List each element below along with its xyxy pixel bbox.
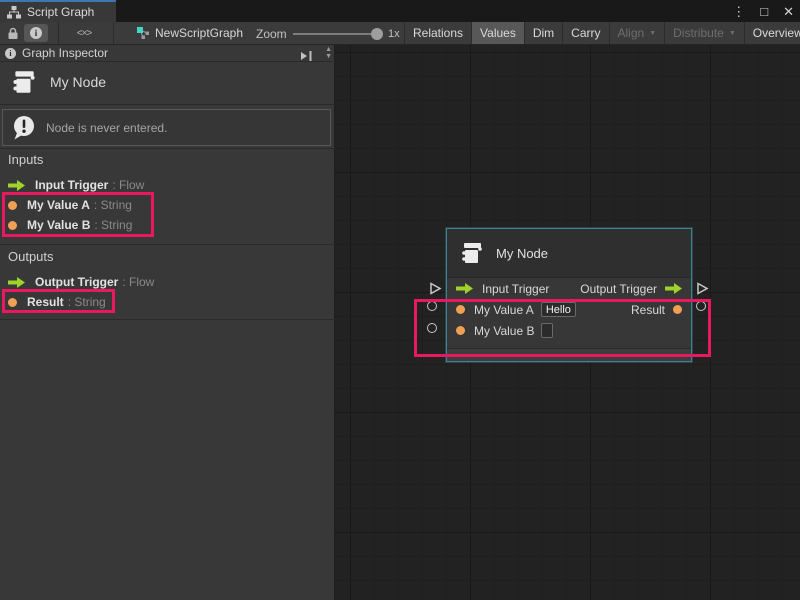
node-title: My Node bbox=[496, 246, 548, 261]
node-icon bbox=[10, 68, 38, 96]
graph-asset-button[interactable]: NewScriptGraph bbox=[136, 24, 243, 42]
flow-port-icon bbox=[8, 277, 25, 288]
info-icon: i bbox=[30, 27, 42, 39]
inspector-toggle-button[interactable]: i bbox=[24, 24, 48, 42]
relations-button[interactable]: Relations bbox=[405, 22, 472, 44]
carry-button[interactable]: Carry bbox=[563, 22, 609, 44]
dim-button[interactable]: Dim bbox=[525, 22, 563, 44]
align-dropdown[interactable]: Align ▼ bbox=[610, 22, 666, 44]
flow-input-port[interactable] bbox=[429, 282, 442, 295]
flow-port-icon[interactable] bbox=[665, 283, 682, 294]
values-highlight-box bbox=[414, 299, 711, 357]
node-title: My Node bbox=[50, 74, 106, 90]
tab-bar: Script Graph ⋮ □ ✕ bbox=[0, 0, 800, 22]
info-icon: i bbox=[5, 48, 16, 59]
overview-button[interactable]: Overview bbox=[745, 22, 800, 44]
menu-icon[interactable]: ⋮ bbox=[732, 5, 745, 18]
script-graph-window: Script Graph ⋮ □ ✕ i <×> bbox=[0, 0, 800, 600]
script-graph-asset-icon bbox=[136, 26, 150, 40]
chevron-down-icon: ▼ bbox=[649, 30, 656, 37]
zoom-label: Zoom bbox=[256, 27, 287, 41]
zoom-slider-handle[interactable] bbox=[371, 28, 383, 40]
input-trigger-label: Input Trigger bbox=[482, 282, 549, 296]
close-icon[interactable]: ✕ bbox=[783, 5, 794, 18]
warning-bubble-icon bbox=[11, 114, 37, 141]
graph-canvas[interactable]: My Node Input Trigger Output Trigger My … bbox=[335, 45, 800, 600]
distribute-dropdown[interactable]: Distribute ▼ bbox=[665, 22, 745, 44]
tab-script-graph[interactable]: Script Graph bbox=[0, 0, 116, 22]
collapse-panel-icon[interactable] bbox=[300, 48, 313, 66]
flow-output-port[interactable] bbox=[696, 282, 709, 295]
inspector-title: Graph Inspector bbox=[22, 46, 108, 60]
lock-icon bbox=[7, 27, 19, 40]
scroll-down-icon: ▼ bbox=[325, 53, 332, 60]
node-header[interactable]: My Node bbox=[447, 229, 691, 278]
window-controls: ⋮ □ ✕ bbox=[732, 0, 794, 22]
code-icon: <×> bbox=[77, 28, 92, 39]
inspector-header: i Graph Inspector ▲ ▼ bbox=[0, 45, 335, 62]
maximize-icon[interactable]: □ bbox=[760, 5, 768, 18]
zoom-value: 1x bbox=[388, 28, 400, 40]
code-preview-button[interactable]: <×> bbox=[72, 24, 96, 42]
tab-label: Script Graph bbox=[27, 5, 94, 19]
graph-inspector-panel: i Graph Inspector ▲ ▼ My Node bbox=[0, 45, 335, 600]
graph-toolbar: i <×> NewScriptGraph Zoom 1x Relations V… bbox=[0, 22, 800, 45]
warning-text: Node is never entered. bbox=[46, 121, 167, 135]
lock-button[interactable] bbox=[4, 24, 22, 42]
inputs-heading: Inputs bbox=[8, 152, 43, 167]
scroll-up-icon: ▲ bbox=[325, 46, 332, 53]
toolbar-buttons: Relations Values Dim Carry Align ▼ Distr… bbox=[404, 22, 800, 44]
panel-scroll-arrows[interactable]: ▲ ▼ bbox=[325, 46, 332, 60]
result-highlight-box bbox=[2, 289, 115, 313]
output-trigger-label: Output Trigger bbox=[580, 282, 657, 296]
inputs-highlight-box bbox=[2, 192, 154, 237]
zoom-slider[interactable] bbox=[293, 33, 377, 35]
inspected-node-title: My Node bbox=[10, 68, 106, 96]
chevron-down-icon: ▼ bbox=[729, 30, 736, 37]
values-button[interactable]: Values bbox=[472, 22, 525, 44]
graph-asset-name: NewScriptGraph bbox=[155, 26, 243, 40]
outputs-heading: Outputs bbox=[8, 249, 54, 264]
warning-box: Node is never entered. bbox=[2, 109, 331, 146]
flow-port-icon bbox=[8, 180, 25, 191]
node-row-trigger: Input Trigger Output Trigger bbox=[447, 278, 691, 299]
flow-port-icon[interactable] bbox=[456, 283, 473, 294]
node-icon bbox=[459, 240, 485, 266]
graph-hierarchy-icon bbox=[7, 6, 21, 19]
